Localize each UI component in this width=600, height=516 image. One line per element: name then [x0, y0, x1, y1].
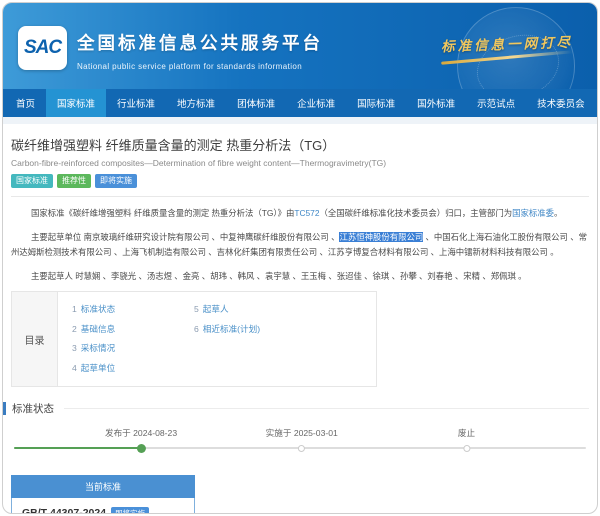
toc-item-similar-standards: 6 相近标准(计划)	[194, 320, 260, 340]
status-section-header: 标准状态	[11, 401, 589, 416]
standard-code: GB/T 44307-2024	[22, 507, 106, 514]
toc-num: 2	[72, 324, 77, 334]
badge-upcoming: 即将实施	[95, 174, 137, 188]
timeline-dot-published	[137, 444, 146, 453]
main-nav: 首页 国家标准 行业标准 地方标准 团体标准 企业标准 国际标准 国外标准 示范…	[3, 89, 597, 117]
toc-item-drafters: 5 起草人	[194, 300, 260, 320]
drafting-units-text: 主要起草单位 南京玻璃纤维研究设计院有限公司 、中复神鹰碳纤维股份有限公司 、	[31, 232, 339, 242]
toc-link-drafting-units[interactable]: 起草单位	[81, 363, 115, 373]
toc-link-adoption[interactable]: 采标情况	[81, 343, 115, 353]
nav-item-international-standards[interactable]: 国际标准	[346, 89, 406, 117]
section-accent-bar	[3, 402, 6, 415]
site-subtitle: National public service platform for sta…	[77, 62, 323, 71]
standard-title-en: Carbon-fibre-reinforced composites—Deter…	[11, 158, 589, 168]
nav-item-foreign-standards[interactable]: 国外标准	[406, 89, 466, 117]
toc-column-2: 5 起草人 6 相近标准(计划)	[194, 300, 260, 378]
toc-link-basic-info[interactable]: 基础信息	[81, 324, 115, 334]
summary-text-mid: （全国碳纤维标准化技术委员会）归口，主管部门为	[319, 208, 512, 218]
site-title: 全国标准信息公共服务平台	[77, 30, 323, 55]
toc-link-drafters[interactable]: 起草人	[203, 304, 229, 314]
nav-item-home[interactable]: 首页	[5, 89, 46, 117]
toc-item-basic-info: 2 基础信息	[72, 320, 194, 340]
toc-link-status[interactable]: 标准状态	[81, 304, 115, 314]
sac-logo[interactable]: SAC	[18, 26, 67, 70]
card-code-row: GB/T 44307-2024 即将实施	[22, 507, 184, 514]
standard-summary-paragraph: 国家标准《碳纤维增强塑料 纤维质量含量的测定 热重分析法（TG）》由TC572（…	[11, 206, 589, 221]
toc-label: 目录	[12, 292, 58, 386]
nav-item-enterprise-standards[interactable]: 企业标准	[286, 89, 346, 117]
summary-text-suffix: 。	[554, 208, 562, 218]
toc-num: 6	[194, 324, 199, 334]
sac-committee-link[interactable]: 国家标准委	[512, 208, 554, 218]
nav-item-technical-committees[interactable]: 技术委员会	[526, 89, 596, 117]
section-header-line	[64, 408, 589, 409]
badge-national-standard: 国家标准	[11, 174, 53, 188]
divider	[11, 196, 589, 197]
toc-num: 1	[72, 304, 77, 314]
timeline-dot-implemented	[298, 445, 305, 452]
nav-item-pilot-demos[interactable]: 示范试点	[466, 89, 526, 117]
card-body: GB/T 44307-2024 即将实施 碳纤维增强塑料 纤维质量含量的测定 热…	[11, 498, 195, 514]
toc-item-drafting-units: 4 起草单位	[72, 359, 194, 379]
sac-logo-text: SAC	[24, 37, 61, 59]
nav-item-industry-standards[interactable]: 行业标准	[106, 89, 166, 117]
status-section-title: 标准状态	[12, 401, 54, 416]
current-standard-card[interactable]: 当前标准 GB/T 44307-2024 即将实施 碳纤维增强塑料 纤维质量含量…	[11, 475, 195, 514]
nav-item-group-standards[interactable]: 团体标准	[226, 89, 286, 117]
card-badge-upcoming: 即将实施	[111, 507, 149, 514]
drafters-paragraph: 主要起草人 时慧娴 、李骁光 、汤志煜 、金亮 、胡玮 、韩风 、袁宇慧 、王玉…	[11, 269, 589, 284]
toc-item-status: 1 标准状态	[72, 300, 194, 320]
nav-item-national-standards[interactable]: 国家标准	[46, 89, 106, 117]
summary-text-prefix: 国家标准《碳纤维增强塑料 纤维质量含量的测定 热重分析法（TG）》由	[31, 208, 294, 218]
timeline-label-abolished: 废止	[458, 427, 475, 439]
toc-num: 3	[72, 343, 77, 353]
timeline-dot-abolished	[463, 445, 470, 452]
timeline-stop-implemented: 实施于 2025-03-01	[266, 419, 338, 452]
badge-recommended: 推荐性	[57, 174, 91, 188]
standard-title-cn: 碳纤维增强塑料 纤维质量含量的测定 热重分析法（TG）	[11, 135, 589, 154]
card-header: 当前标准	[11, 475, 195, 498]
toc-link-similar-standards[interactable]: 相近标准(计划)	[203, 324, 260, 334]
page-window: SAC 全国标准信息公共服务平台 National public service…	[2, 2, 598, 514]
tc572-link[interactable]: TC572	[294, 208, 319, 218]
main-content: 碳纤维增强塑料 纤维质量含量的测定 热重分析法（TG） Carbon-fibre…	[3, 135, 597, 514]
timeline-label-implemented: 实施于 2025-03-01	[266, 427, 338, 439]
toc-num: 4	[72, 363, 77, 373]
slogan: 标准信息一网打尽	[441, 33, 573, 59]
timeline-stop-published: 发布于 2024-08-23	[105, 419, 177, 453]
status-timeline: 发布于 2024-08-23 实施于 2025-03-01 废止	[11, 419, 589, 459]
nav-item-local-standards[interactable]: 地方标准	[166, 89, 226, 117]
toc-box: 目录 1 标准状态 2 基础信息 3 采标情况 4 起草单位 5 起草人 6 相近标准(计划…	[11, 291, 377, 387]
drafting-units-paragraph: 主要起草单位 南京玻璃纤维研究设计院有限公司 、中复神鹰碳纤维股份有限公司 、江…	[11, 230, 589, 260]
toc-columns: 1 标准状态 2 基础信息 3 采标情况 4 起草单位 5 起草人 6 相近标准(计划)	[58, 292, 376, 386]
toc-item-adoption: 3 采标情况	[72, 339, 194, 359]
timeline-label-published: 发布于 2024-08-23	[105, 427, 177, 439]
toc-column-1: 1 标准状态 2 基础信息 3 采标情况 4 起草单位	[72, 300, 194, 378]
nav-bottom-strip	[3, 117, 597, 124]
toc-num: 5	[194, 304, 199, 314]
site-title-block: 全国标准信息公共服务平台 National public service pla…	[77, 30, 323, 71]
timeline-stop-abolished: 废止	[458, 419, 475, 452]
site-header: SAC 全国标准信息公共服务平台 National public service…	[3, 3, 597, 89]
selected-company-text: 江苏恒神股份有限公司	[339, 232, 423, 242]
badge-row: 国家标准 推荐性 即将实施	[11, 174, 589, 188]
